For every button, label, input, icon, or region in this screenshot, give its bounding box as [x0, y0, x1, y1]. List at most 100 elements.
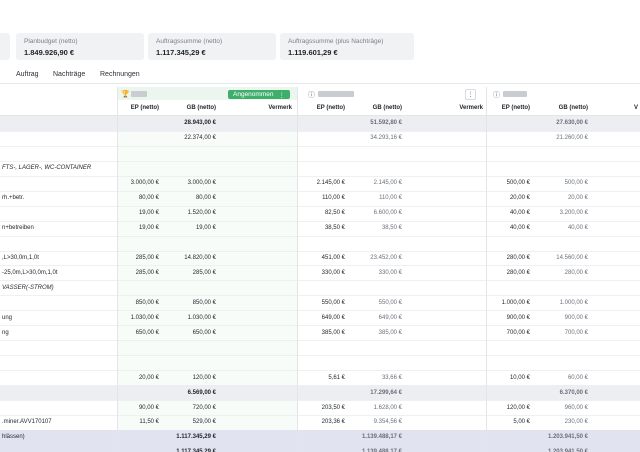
cell-c-ep	[488, 116, 530, 131]
cell-c-gb: 1.000,00 €	[559, 299, 588, 306]
row-description	[2, 131, 114, 146]
row-description: n+betreiben	[2, 225, 34, 232]
table-row[interactable]	[0, 236, 640, 252]
table-row[interactable]: 90,00 € 720,00 € 203,50 € 1.628,00 € 120,00 …	[0, 400, 640, 416]
table-row[interactable]: hlässen) 1.117.345,29 € 1.139.488,17 € 1.20…	[0, 429, 640, 446]
card-label: Auftragssumme (plus Nachträge)	[288, 38, 384, 45]
cell-c-ep: 700,00 €	[506, 329, 530, 336]
bidder-name-redacted	[503, 91, 527, 97]
cell-b-ep	[300, 385, 345, 400]
table-row[interactable]: VASSER(-STROM)	[0, 280, 640, 297]
cell-c-gb: 500,00 €	[564, 180, 588, 187]
table-row[interactable]: ng 650,00 € 650,00 € 385,00 € 385,00 € 700,00…	[0, 325, 640, 342]
cell-a-gb	[160, 355, 216, 370]
cell-b-ep: 550,00 €	[321, 299, 345, 306]
column-menu-icon[interactable]: ⋮	[465, 89, 476, 100]
cell-a-gb: 80,00 €	[195, 195, 216, 202]
tab-nachtraege[interactable]: Nachträge	[53, 71, 85, 78]
table-row[interactable]: 3.000,00 € 3.000,00 € 2.145,00 € 2.145,00 €…	[0, 176, 640, 192]
cell-a-ep	[117, 280, 159, 295]
cell-c-ep: 280,00 €	[506, 269, 530, 276]
cell-b-gb: 1.139.488,17 €	[350, 445, 402, 452]
row-description	[2, 340, 114, 355]
cell-c-ep: 120,00 €	[506, 404, 530, 411]
summary-card-auftragssumme-nachtraege: Auftragssumme (plus Nachträge) 1.119.601…	[280, 33, 414, 60]
cell-b-gb: 34.293,16 €	[370, 135, 402, 142]
cell-b-gb	[350, 340, 402, 355]
table-row[interactable]	[0, 146, 640, 162]
cell-a-ep	[117, 385, 159, 400]
cell-a-gb: 120,00 €	[192, 374, 216, 381]
cell-c-gb	[535, 280, 588, 295]
table-row[interactable]	[0, 355, 640, 372]
col-header-gb: GB (netto)	[186, 105, 216, 111]
cell-c-gb: 60,00 €	[567, 374, 588, 381]
cell-b-gb: 38,50 €	[381, 225, 402, 232]
table-row[interactable]: 6.569,00 € 17.299,64 € 6.370,00 €	[0, 385, 640, 402]
cell-b-ep: 203,36 €	[321, 419, 345, 426]
table-row[interactable]: 850,00 € 850,00 € 550,00 € 550,00 € 1.000,00…	[0, 295, 640, 312]
cell-a-ep	[117, 430, 159, 445]
table-row[interactable]: -25,0m,L>30,0m,1,0t 285,00 € 285,00 € 330,0…	[0, 266, 640, 282]
cell-c-ep	[488, 340, 530, 355]
cell-b-ep	[300, 146, 345, 161]
status-badge[interactable]: Angenommen ⋮	[228, 90, 290, 99]
cell-b-ep: 2.145,00 €	[316, 180, 345, 187]
cell-a-ep	[117, 161, 159, 176]
tab-rechnungen[interactable]: Rechnungen	[100, 71, 140, 78]
row-description	[2, 295, 114, 310]
cell-b-gb	[350, 146, 402, 161]
table-row[interactable]: .miner.AVV170107 11,50 € 529,00 € 203,36 € 9…	[0, 415, 640, 431]
row-description: ung	[2, 314, 13, 321]
info-icon[interactable]: ⓘ	[308, 90, 315, 100]
column-divider	[117, 87, 118, 452]
cell-b-gb: 33,66 €	[381, 374, 402, 381]
table-row[interactable]: 20,00 € 120,00 € 5,61 € 33,66 € 10,00 € 60,00…	[0, 370, 640, 387]
badge-menu-icon[interactable]: ⋮	[278, 91, 285, 99]
bidder-name-redacted	[131, 91, 147, 97]
cell-a-gb: 1.117.345,29 €	[176, 434, 216, 441]
cell-a-gb	[160, 146, 216, 161]
cell-a-ep	[117, 340, 159, 355]
cell-c-ep	[488, 430, 530, 445]
cell-c-ep	[488, 280, 530, 295]
cell-c-ep: 500,00 €	[506, 180, 530, 187]
row-description	[2, 385, 114, 400]
card-label: Planbudget (netto)	[24, 38, 78, 45]
cell-c-ep: 40,00 €	[509, 225, 530, 232]
table-row[interactable]: 28.943,00 € 51.592,80 € 27.630,00 €	[0, 116, 640, 132]
col-header-gb: GB (netto)	[372, 105, 402, 111]
table-row[interactable]: n+betreiben 19,00 € 19,00 € 38,50 € 38,50 € 4…	[0, 221, 640, 237]
cell-c-gb	[535, 146, 588, 161]
table-row[interactable]: ung 1.030,00 € 1.030,00 € 649,00 € 649,00 € 9…	[0, 310, 640, 327]
table-row[interactable]	[0, 340, 640, 357]
cell-b-gb: 550,00 €	[378, 299, 402, 306]
cell-c-gb: 20,00 €	[567, 195, 588, 202]
table-row[interactable]: 19,00 € 1.520,00 € 82,50 € 6.600,00 € 40,00 …	[0, 206, 640, 222]
cell-a-gb	[160, 236, 216, 251]
cell-a-gb: 19,00 €	[195, 225, 216, 232]
info-icon[interactable]: ⓘ	[493, 90, 500, 100]
card-value: 1.119.601,29 €	[288, 48, 338, 57]
col-header-gb: GB (netto)	[558, 105, 588, 111]
comparison-table: 🏆 Angenommen ⋮ ⓘ ⋮ ⓘ EP (netto) GB (nett…	[0, 87, 640, 452]
table-row[interactable]: ,L>30,0m,1,0t 285,00 € 14.820,00 € 451,00 €…	[0, 251, 640, 267]
table-row[interactable]: 1.117.345,29 € 1.139.488,17 € 1.203.941,50…	[0, 444, 640, 452]
cell-a-ep: 19,00 €	[138, 210, 159, 217]
table-row[interactable]: rh.+betr. 80,00 € 80,00 € 110,00 € 110,00 € 2…	[0, 191, 640, 207]
tab-auftrag[interactable]: Auftrag	[16, 71, 39, 78]
table-row[interactable]: FTS-, LAGER-, WC-CONTAINER	[0, 161, 640, 177]
cell-a-ep: 285,00 €	[135, 255, 159, 262]
table-row[interactable]: 22.374,00 € 34.293,16 € 21.260,00 €	[0, 131, 640, 147]
cell-b-ep: 649,00 €	[321, 314, 345, 321]
cell-c-ep	[488, 355, 530, 370]
summary-card-auftragssumme: Auftragssumme (netto) 1.117.345,29 €	[148, 33, 276, 60]
summary-card-cropped	[0, 33, 10, 60]
cell-a-ep	[117, 146, 159, 161]
row-description	[2, 355, 114, 370]
top-header-area	[0, 0, 640, 29]
row-description	[2, 370, 114, 385]
cell-b-gb: 330,00 €	[378, 269, 402, 276]
cell-c-ep: 20,00 €	[509, 195, 530, 202]
cell-b-gb: 385,00 €	[378, 329, 402, 336]
